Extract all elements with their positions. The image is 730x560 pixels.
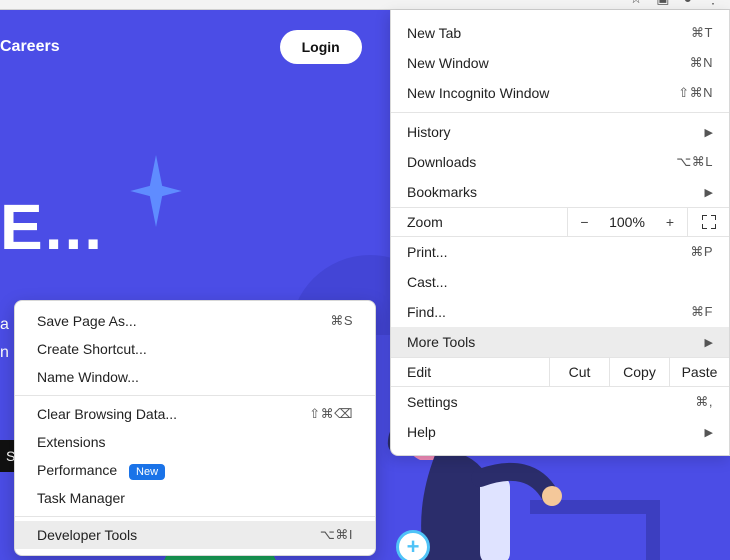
menu-label: New Incognito Window [407, 85, 549, 101]
submenu-separator [15, 516, 375, 517]
side-text-n: n [0, 344, 9, 362]
menu-label: Extensions [37, 434, 105, 450]
menu-label: Edit [391, 364, 549, 380]
menu-print[interactable]: Print... ⌘P [391, 237, 729, 267]
menu-label: More Tools [407, 334, 475, 350]
menu-label: Developer Tools [37, 527, 137, 543]
fullscreen-button[interactable] [687, 208, 729, 236]
menu-shortcut: ⌘S [330, 313, 353, 329]
menu-zoom-row: Zoom − 100% + [391, 207, 729, 237]
menu-label: Cast... [407, 274, 447, 290]
menu-label: Print... [407, 244, 447, 260]
edit-cut-button[interactable]: Cut [549, 358, 609, 386]
menu-label: Zoom [391, 214, 567, 230]
login-button[interactable]: Login [280, 30, 362, 64]
kebab-menu-icon[interactable]: ⋮ [706, 0, 720, 7]
menu-help[interactable]: Help ▶ [391, 417, 729, 447]
menu-separator [391, 112, 729, 113]
menu-label: Create Shortcut... [37, 341, 147, 357]
side-text-a: a [0, 316, 9, 334]
menu-shortcut: ⌥⌘L [676, 154, 713, 170]
menu-shortcut: ⌘N [690, 55, 713, 71]
menu-history[interactable]: History ▶ [391, 117, 729, 147]
menu-shortcut: ⌘F [691, 304, 713, 320]
submenu-clear-browsing-data[interactable]: Clear Browsing Data... ⇧⌘⌫ [15, 400, 375, 428]
edit-copy-button[interactable]: Copy [609, 358, 669, 386]
plus-badge-icon: + [396, 530, 430, 560]
chrome-main-menu: New Tab ⌘T New Window ⌘N New Incognito W… [390, 10, 730, 456]
submenu-developer-tools[interactable]: Developer Tools ⌥⌘I [15, 521, 375, 549]
sparkle-icon [130, 155, 182, 227]
chevron-right-icon: ▶ [705, 186, 713, 199]
menu-label: Clear Browsing Data... [37, 406, 177, 422]
menu-cast[interactable]: Cast... [391, 267, 729, 297]
chevron-right-icon: ▶ [705, 426, 713, 439]
menu-shortcut: ⇧⌘⌫ [309, 406, 353, 422]
zoom-in-button[interactable]: + [653, 208, 687, 236]
browser-toolbar-strip [0, 0, 730, 10]
menu-new-tab[interactable]: New Tab ⌘T [391, 18, 729, 48]
menu-new-incognito[interactable]: New Incognito Window ⇧⌘N [391, 78, 729, 108]
chevron-right-icon: ▶ [705, 126, 713, 139]
menu-shortcut: ⌘P [690, 244, 713, 260]
submenu-extensions[interactable]: Extensions [15, 428, 375, 456]
page-header: Careers Login [0, 30, 362, 64]
fullscreen-icon [702, 215, 716, 229]
more-tools-submenu: Save Page As... ⌘S Create Shortcut... Na… [14, 300, 376, 556]
menu-label: Downloads [407, 154, 476, 170]
extension-icon[interactable]: ▣ [656, 0, 669, 7]
menu-label: Help [407, 424, 436, 440]
menu-label: History [407, 124, 451, 140]
menu-label: Performance New [37, 462, 165, 478]
submenu-performance[interactable]: Performance New [15, 456, 375, 484]
chevron-right-icon: ▶ [705, 336, 713, 349]
menu-more-tools[interactable]: More Tools ▶ [391, 327, 729, 357]
submenu-task-manager[interactable]: Task Manager [15, 484, 375, 512]
menu-bookmarks[interactable]: Bookmarks ▶ [391, 177, 729, 207]
zoom-out-button[interactable]: − [567, 208, 601, 236]
menu-label: New Window [407, 55, 489, 71]
new-badge: New [129, 464, 165, 480]
zoom-value: 100% [601, 208, 653, 236]
menu-settings[interactable]: Settings ⌘, [391, 387, 729, 417]
menu-shortcut: ⌘, [695, 394, 713, 410]
menu-label: Settings [407, 394, 458, 410]
menu-label: New Tab [407, 25, 461, 41]
edit-paste-button[interactable]: Paste [669, 358, 729, 386]
profile-icon[interactable]: ◒ [684, 0, 692, 7]
menu-shortcut: ⌥⌘I [320, 527, 353, 543]
menu-find[interactable]: Find... ⌘F [391, 297, 729, 327]
submenu-separator [15, 395, 375, 396]
menu-new-window[interactable]: New Window ⌘N [391, 48, 729, 78]
submenu-save-page-as[interactable]: Save Page As... ⌘S [15, 307, 375, 335]
nav-careers[interactable]: Careers [0, 38, 60, 56]
hero-text-fragment: E... [0, 190, 104, 264]
menu-shortcut: ⌘T [691, 25, 713, 41]
toolbar-icons: ☆ ▣ ◒ ⋮ [630, 0, 720, 7]
menu-label: Task Manager [37, 490, 125, 506]
menu-label: Name Window... [37, 369, 139, 385]
menu-label: Save Page As... [37, 313, 137, 329]
menu-label: Find... [407, 304, 446, 320]
menu-label: Bookmarks [407, 184, 477, 200]
menu-downloads[interactable]: Downloads ⌥⌘L [391, 147, 729, 177]
menu-shortcut: ⇧⌘N [678, 85, 713, 101]
menu-edit-row: Edit Cut Copy Paste [391, 357, 729, 387]
star-icon[interactable]: ☆ [630, 0, 643, 7]
submenu-create-shortcut[interactable]: Create Shortcut... [15, 335, 375, 363]
submenu-name-window[interactable]: Name Window... [15, 363, 375, 391]
